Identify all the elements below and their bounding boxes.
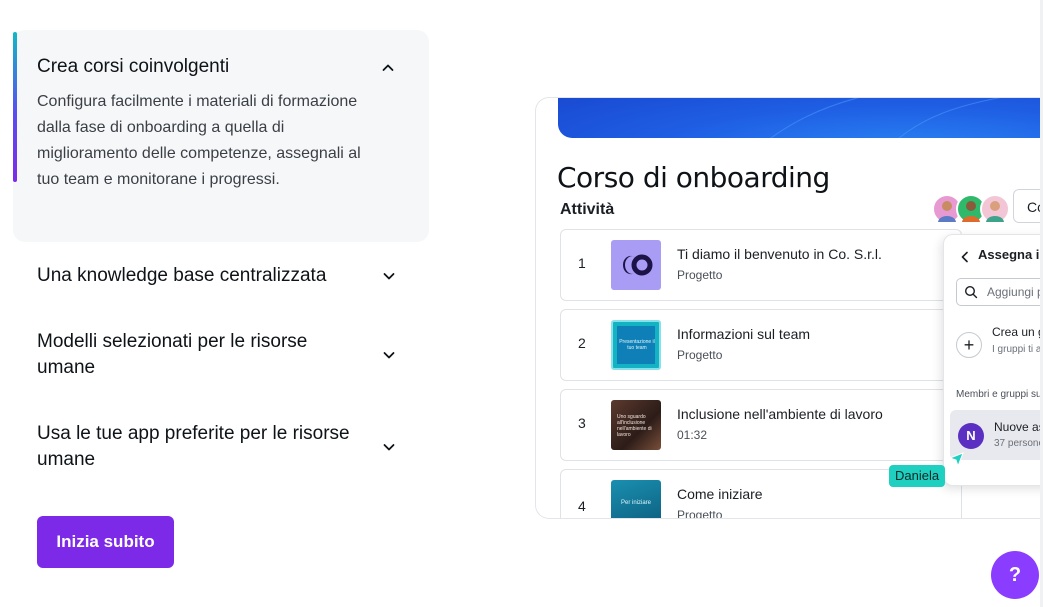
chevron-down-icon[interactable] [381,347,397,363]
create-group-plus-icon[interactable]: + [956,332,982,358]
collaborator-cursor-label: Daniela [889,465,946,487]
members-section-label: Membri e gruppi su [956,389,1042,400]
inclusion-video-thumbnail: Uno sguardo all'inclusione nell'ambiente… [611,400,661,450]
thumbnail-caption: Per iniziare [620,500,651,506]
share-button[interactable]: Co [1013,189,1043,223]
create-group-description: I gruppi ti a persone co [992,344,1043,355]
activity-number: 4 [578,498,586,514]
avatar [980,194,1010,224]
thumbnail-caption: Uno sguardo all'inclusione nell'ambiente… [617,414,652,438]
create-group-title[interactable]: Crea un g [992,325,1043,339]
activity-subtitle: 01:32 [677,428,708,442]
start-now-button[interactable]: Inizia subito [37,516,174,568]
activity-row[interactable]: 1 Ti diamo il benvenuto in Co. S.r.l. Pr… [560,229,962,301]
group-avatar: N [958,423,984,449]
accordion-item-open: Crea corsi coinvolgenti Configura facilm… [13,30,429,242]
accordion-title-1[interactable]: Crea corsi coinvolgenti [37,54,229,80]
activity-subtitle: Progetto [677,348,723,362]
activity-title: Informazioni sul team [677,326,811,342]
activity-title: Ti diamo il benvenuto in Co. S.r.l. [677,246,882,262]
assign-course-panel: Assegna il c Aggiungi p + Crea un g I gr… [943,234,1043,486]
accordion-description-1: Configura facilmente i materiali di form… [37,93,361,188]
chevron-down-icon[interactable] [381,439,397,455]
chevron-down-icon[interactable] [381,268,397,284]
accordion-title-2[interactable]: Una knowledge base centralizzata [37,263,326,289]
activity-title: Come iniziare [677,486,763,502]
help-button[interactable]: ? [991,551,1039,599]
activities-heading: Attività [560,201,615,218]
group-member-count: 37 persone [994,438,1043,449]
chevron-up-icon[interactable] [380,60,396,76]
activity-row[interactable]: 3 Uno sguardo all'inclusione nell'ambien… [560,389,962,461]
collaborator-cursor-icon [949,452,964,468]
accent-bar [13,32,17,182]
activity-title: Inclusione nell'ambiente di lavoro [677,406,883,422]
add-people-search-input[interactable]: Aggiungi p [956,278,1043,306]
getting-started-thumbnail: Per iniziare [611,480,661,518]
thumbnail-caption: Presentazione il tuo team [619,339,655,351]
activity-subtitle: Progetto [677,268,723,282]
back-arrow-icon[interactable] [959,250,971,263]
activity-number: 2 [578,335,586,351]
search-placeholder: Aggiungi p [987,285,1043,299]
activity-subtitle: Progetto [677,508,723,519]
activity-row[interactable]: 2 Presentazione il tuo team Informazioni… [560,309,962,381]
co-logo-thumbnail [611,240,661,290]
search-icon [964,285,978,299]
course-title: Corso di onboarding [557,161,830,194]
activity-number: 1 [578,255,586,271]
group-name: Nuove as [994,420,1043,434]
activity-number: 3 [578,415,586,431]
course-banner-image [558,98,1043,138]
accordion-title-3[interactable]: Modelli selezionati per le risorse umane [37,329,347,381]
course-preview-card: Corso di onboarding Attività Co 1 Ti dia… [535,97,1043,519]
panel-title: Assegna il c [978,247,1043,262]
team-presentation-thumbnail: Presentazione il tuo team [611,320,661,370]
accordion-title-4[interactable]: Usa le tue app preferite per le risorse … [37,421,377,473]
